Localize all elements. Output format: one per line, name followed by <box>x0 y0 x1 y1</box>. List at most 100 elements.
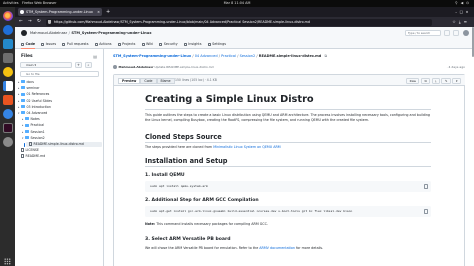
tree-file[interactable]: README.simple-linux-distro.md <box>24 142 102 147</box>
github-logo-icon[interactable] <box>21 30 27 36</box>
tree-folder[interactable]: ▸ Practical <box>22 123 102 128</box>
app-center-icon[interactable] <box>2 95 13 105</box>
author-avatar[interactable] <box>113 65 117 69</box>
tree-item-label: 04 Advanced <box>26 111 48 115</box>
copilot-icon[interactable] <box>444 29 450 36</box>
tree-folder[interactable]: ▸ seminar <box>18 86 102 91</box>
preview-tab[interactable]: Preview <box>118 77 141 84</box>
settings-icon[interactable] <box>2 137 13 147</box>
folder-icon <box>21 98 25 102</box>
tree-file[interactable]: README.md <box>18 154 102 159</box>
add-file-button[interactable]: + <box>75 62 82 68</box>
tree-file[interactable]: LICENSE <box>18 148 102 153</box>
avatar[interactable] <box>463 29 469 36</box>
search-input[interactable]: Type / to search <box>405 29 441 36</box>
tab-actions[interactable]: Actions <box>94 40 111 48</box>
actions-icon <box>94 42 98 46</box>
raw-button[interactable]: Raw <box>406 77 420 84</box>
crumb-p3[interactable]: Session2 <box>240 54 256 58</box>
repo-link[interactable]: STM_System-Programming-under-Linux <box>71 31 151 35</box>
page-scrollbar[interactable] <box>471 27 474 57</box>
search-files-button[interactable]: ⌕ <box>85 62 92 68</box>
file-actions: Raw ⧉ ⤓ ✎ ▾ <box>405 77 461 84</box>
forward-icon[interactable]: → <box>28 18 32 26</box>
folder-icon <box>21 92 25 96</box>
tab-security[interactable]: Security <box>159 40 178 48</box>
commit-author[interactable]: Mahmoud-Abdelnasr <box>119 65 154 69</box>
file-icon <box>21 154 24 158</box>
source-link[interactable]: Minimalistic Linux System on QEMU ARM <box>213 145 280 149</box>
close-tab-icon[interactable]: × <box>97 8 100 16</box>
intro-paragraph: This guide outlines the steps to create … <box>145 113 431 123</box>
crumb-p2[interactable]: Practical <box>221 54 236 58</box>
latest-commit: Mahmoud-Abdelnasr Update README.simple-l… <box>113 63 465 71</box>
new-tab-icon[interactable]: + <box>106 8 110 16</box>
tree-folder[interactable]: ▸ 03 Introduction <box>18 105 102 110</box>
github-favicon-icon <box>20 10 24 14</box>
browser-tab[interactable]: STM_System-Programming-under-Linux × <box>18 8 102 16</box>
download-icon[interactable]: ⤓ <box>431 77 440 84</box>
folder-icon <box>25 135 29 139</box>
code-tab[interactable]: Code <box>140 77 157 84</box>
tree-folder[interactable]: ▸ Session1 <box>22 130 102 135</box>
armv-doc-link[interactable]: ARMV documentation <box>259 246 295 250</box>
tab-issues[interactable]: Issues <box>41 40 56 48</box>
tree-item-label: Practical <box>30 123 45 128</box>
tree-item-label: Session1 <box>30 129 45 134</box>
more-options-icon[interactable]: ▾ <box>452 77 461 84</box>
tree-folder[interactable]: ▸ docs <box>18 80 102 85</box>
firefox-icon[interactable] <box>2 11 13 21</box>
show-apps-icon[interactable] <box>4 258 11 265</box>
commit-message[interactable]: Update README.simple-linux-distro.md <box>154 65 213 69</box>
system-clock[interactable]: Mar 8 11:04 AM <box>0 1 474 5</box>
help-icon[interactable] <box>2 109 13 119</box>
tab-settings[interactable]: Settings <box>207 40 226 48</box>
tab-insights[interactable]: Insights <box>183 40 202 48</box>
files-icon[interactable] <box>2 53 13 63</box>
reload-icon[interactable]: ↻ <box>37 18 41 26</box>
owner-link[interactable]: Mahmoud-Abdelnasr <box>30 31 67 35</box>
go-to-file-input[interactable]: Go to file <box>20 71 99 77</box>
sidebar-toggle-icon[interactable]: ▤ <box>93 54 99 59</box>
install-heading: Installation and Setup <box>145 157 228 165</box>
tree-folder[interactable]: ▾ 04 Advanced <box>18 111 102 116</box>
copy-path-icon[interactable]: ⧉ <box>324 54 327 58</box>
branch-selector[interactable]: main ▾ <box>20 62 72 68</box>
install-divider <box>145 166 431 167</box>
window-controls[interactable]: –□× <box>455 8 471 16</box>
thunderbird-icon[interactable] <box>2 25 13 35</box>
copy-raw-icon[interactable]: ⧉ <box>420 77 431 84</box>
tree-folder[interactable]: ▸ 01 Referances <box>18 92 102 97</box>
back-icon[interactable]: ← <box>19 18 23 26</box>
graph-icon <box>183 42 187 46</box>
tree-folder[interactable]: ▸ 02 Useful Slides <box>18 99 102 104</box>
copy-icon[interactable] <box>423 209 428 214</box>
folder-icon <box>25 123 29 127</box>
copy-icon[interactable] <box>423 184 428 189</box>
url-bar[interactable]: https://github.com/Mahmoud-Abdelnasr/STM… <box>46 18 432 26</box>
writer-icon[interactable] <box>2 81 13 91</box>
nav-bar: ← → ↻ https://github.com/Mahmoud-Abdelna… <box>15 17 474 27</box>
system-tray[interactable]: ⚲ ◀ ⏻ <box>455 1 470 5</box>
file-tree-sidebar: Files ▤ main ▾ + ⌕ Go to file ▸ docs ▸ semi… <box>15 49 104 266</box>
terminal-icon[interactable] <box>2 123 13 133</box>
tree-folder[interactable]: ▾ Session2 <box>22 136 102 141</box>
files-heading: Files <box>21 54 33 59</box>
vscode-icon[interactable] <box>2 39 13 49</box>
url-text: https://github.com/Mahmoud-Abdelnasr/STM… <box>54 19 310 24</box>
file-view: STM_System-Programming-under-Linux/04 Ad… <box>104 49 474 266</box>
markdown-body: Creating a Simple Linux Distro This guid… <box>114 86 465 266</box>
blame-tab[interactable]: Blame <box>156 77 175 84</box>
toolbar-icons[interactable]: ☆⤓≡ <box>452 18 470 26</box>
tree-folder[interactable]: ▸ Notes <box>22 117 102 122</box>
tab-projects[interactable]: Projects <box>117 40 135 48</box>
crumb-p1[interactable]: 04 Advanced <box>195 54 218 58</box>
crumb-repo[interactable]: STM_System-Programming-under-Linux <box>113 54 191 58</box>
tree-item-label: LICENSE <box>25 148 39 153</box>
edit-icon[interactable]: ✎ <box>441 77 451 84</box>
tab-pull-requests[interactable]: Pull requests <box>62 40 89 48</box>
tab-wiki[interactable]: Wiki <box>141 40 153 48</box>
notifications-icon[interactable] <box>453 29 459 36</box>
tab-code[interactable]: Code <box>21 40 36 49</box>
rhythmbox-icon[interactable] <box>2 67 13 77</box>
